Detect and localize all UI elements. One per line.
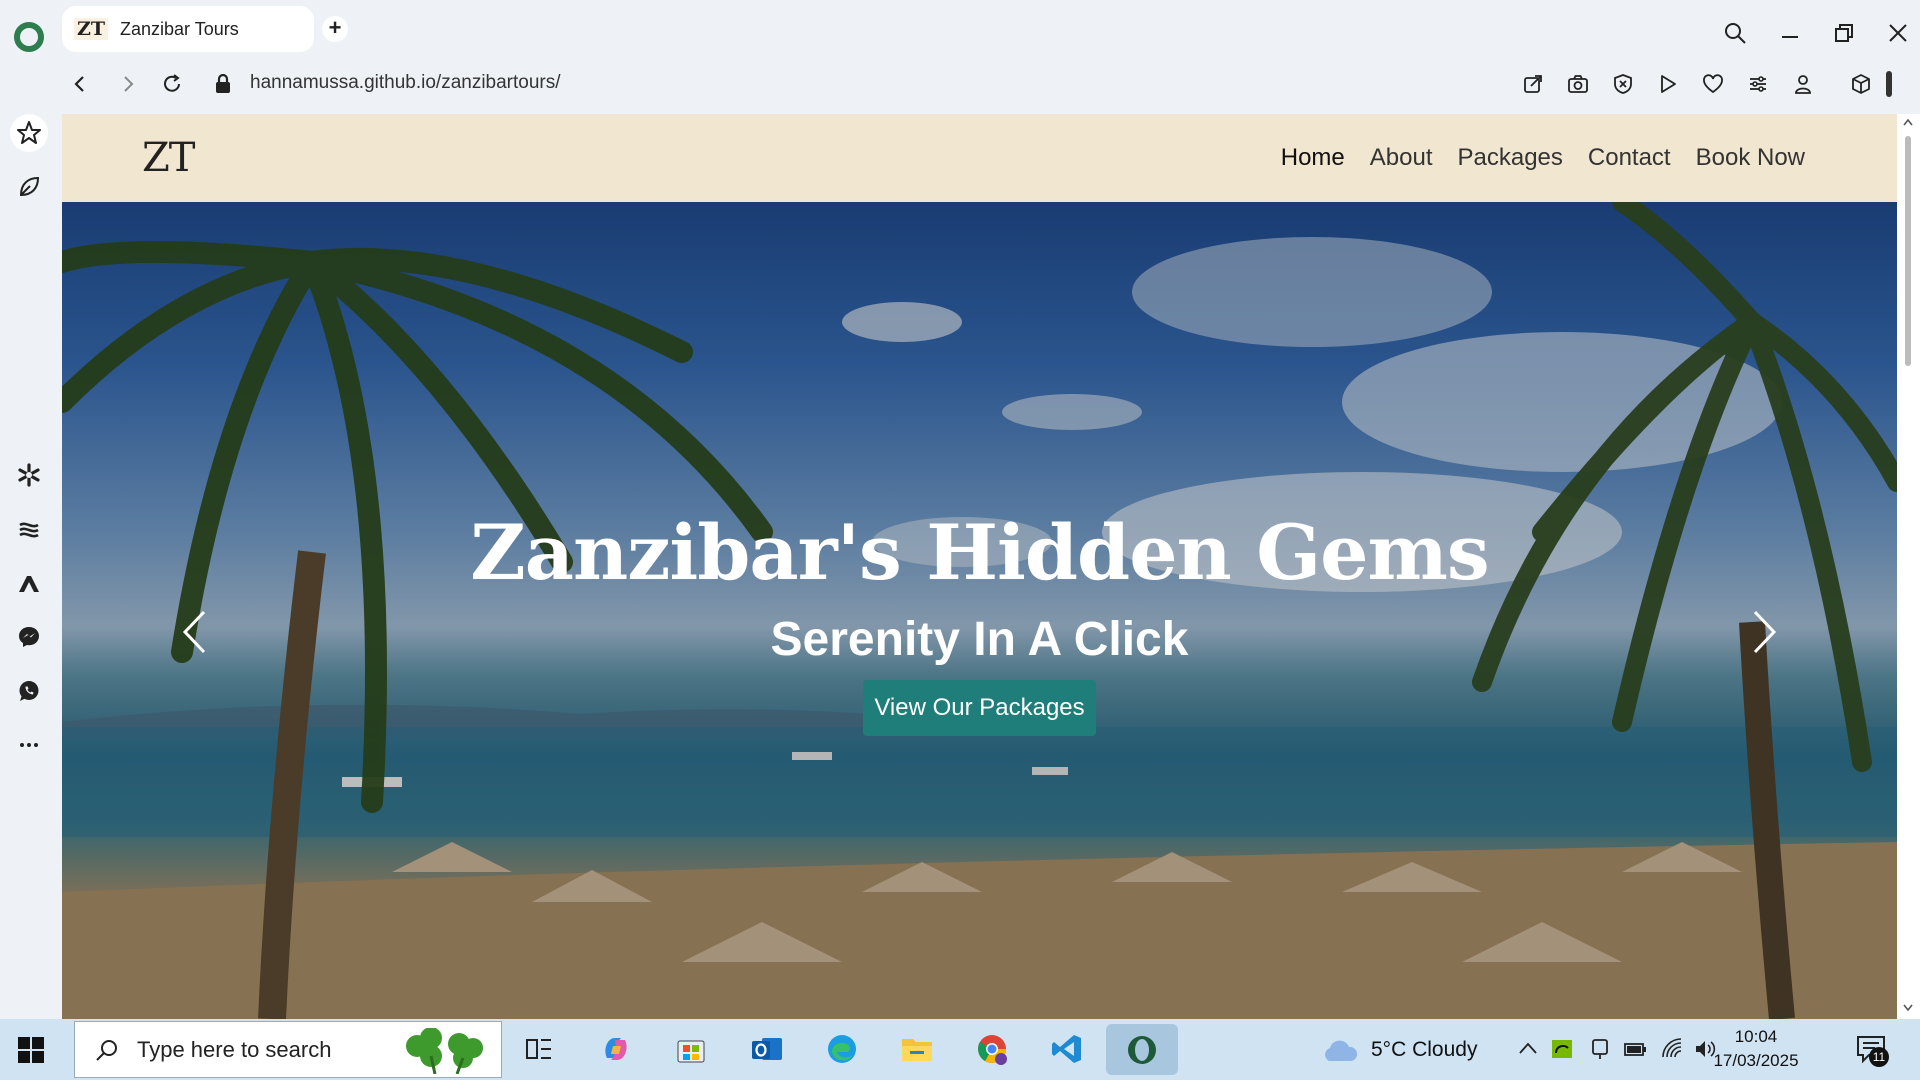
close-window-button[interactable]	[1883, 18, 1913, 48]
browser-sidebar	[0, 104, 62, 1019]
hero-subtitle: Serenity In A Click	[770, 613, 1189, 666]
tab-title: Zanzibar Tours	[120, 18, 239, 39]
reload-button[interactable]	[154, 64, 190, 104]
workspace-app-icon[interactable]	[12, 566, 46, 600]
easy-setup-icon[interactable]	[1743, 69, 1773, 99]
new-tab-button[interactable]: +	[322, 16, 348, 42]
nav-link-about[interactable]: About	[1370, 144, 1433, 172]
more-options-icon[interactable]	[12, 728, 46, 762]
player-play-icon[interactable]	[1653, 69, 1683, 99]
opera-taskbar-icon[interactable]	[1106, 1024, 1178, 1075]
clock-date: 17/03/2025	[1713, 1051, 1799, 1070]
microsoft-store-icon[interactable]	[671, 1029, 711, 1069]
edge-browser-icon[interactable]	[822, 1029, 862, 1069]
snapshot-camera-icon[interactable]	[1563, 69, 1593, 99]
hero-dark-overlay	[62, 202, 1897, 1019]
scroll-down-icon[interactable]	[1903, 1004, 1913, 1012]
opera-logo-icon[interactable]	[14, 22, 44, 52]
restore-button[interactable]	[1829, 18, 1859, 48]
vscode-icon[interactable]	[1047, 1029, 1087, 1069]
back-button[interactable]	[62, 64, 98, 104]
windows-start-icon[interactable]	[18, 1037, 44, 1068]
scroll-up-icon[interactable]	[1903, 118, 1913, 126]
nav-link-book-now[interactable]: Book Now	[1696, 144, 1805, 172]
notification-count-badge: 11	[1869, 1047, 1889, 1067]
search-tabs-icon[interactable]	[1720, 18, 1750, 48]
notification-center-icon[interactable]: 11	[1855, 1033, 1889, 1067]
tray-chevron-up-icon[interactable]	[1518, 1041, 1538, 1055]
taskbar-search-input[interactable]: Type here to search	[74, 1021, 502, 1078]
shamrock-decoration-icon	[406, 1028, 483, 1074]
chrome-icon[interactable]	[972, 1029, 1012, 1069]
copilot-icon[interactable]	[596, 1029, 636, 1069]
weather-text[interactable]: 5°C Cloudy	[1371, 1038, 1477, 1062]
page-scrollbar[interactable]	[1897, 114, 1920, 1019]
site-logo[interactable]: ZT	[142, 135, 195, 181]
cloudy-weather-icon[interactable]	[1321, 1037, 1359, 1063]
clock-time: 10:04	[1734, 1027, 1778, 1046]
lock-icon[interactable]	[214, 73, 232, 100]
nav-link-packages[interactable]: Packages	[1457, 144, 1562, 172]
browser-titlebar: ZT Zanzibar Tours +	[0, 0, 1920, 62]
wifi-icon[interactable]	[1660, 1037, 1684, 1061]
windows-taskbar: Type here to search 5°C Cloudy 10:04 17/…	[0, 1019, 1920, 1080]
hero-carousel: Zanzibar's Hidden Gems Serenity In A Cli…	[62, 202, 1897, 1019]
tab-favicon: ZT	[74, 18, 109, 40]
nvidia-tray-icon[interactable]	[1550, 1037, 1574, 1061]
page-viewport: ZT Home About Packages Contact Book Now	[62, 114, 1897, 1019]
file-explorer-icon[interactable]	[897, 1029, 937, 1069]
menu-grip-icon[interactable]	[1884, 69, 1894, 99]
adblock-shield-icon[interactable]	[1608, 69, 1638, 99]
nav-link-contact[interactable]: Contact	[1588, 144, 1671, 172]
heart-bookmark-icon[interactable]	[1698, 69, 1728, 99]
share-icon[interactable]	[1518, 69, 1548, 99]
scrollbar-thumb[interactable]	[1905, 136, 1911, 366]
browser-tab[interactable]: ZT Zanzibar Tours	[62, 6, 314, 52]
battery-icon[interactable]	[1623, 1039, 1649, 1059]
extensions-cube-icon[interactable]	[1846, 69, 1876, 99]
minimize-button[interactable]	[1775, 18, 1805, 48]
task-view-icon[interactable]	[519, 1029, 559, 1069]
outlook-icon[interactable]	[747, 1029, 787, 1069]
perplexity-icon[interactable]	[12, 512, 46, 546]
site-header: ZT Home About Packages Contact Book Now	[62, 114, 1897, 202]
url-field[interactable]: hannamussa.github.io/zanzibartours/	[250, 72, 561, 94]
openai-icon[interactable]	[12, 458, 46, 492]
device-tray-icon[interactable]	[1589, 1037, 1611, 1061]
view-packages-button[interactable]: View Our Packages	[863, 680, 1096, 736]
taskbar-search-placeholder: Type here to search	[137, 1036, 332, 1062]
nav-link-home[interactable]: Home	[1281, 144, 1345, 172]
address-bar-row: hannamussa.github.io/zanzibartours/	[62, 64, 1920, 104]
aria-ai-icon[interactable]	[12, 170, 46, 204]
whatsapp-icon[interactable]	[12, 674, 46, 708]
site-nav: Home About Packages Contact Book Now	[1281, 144, 1805, 172]
profile-icon[interactable]	[1788, 69, 1818, 99]
search-icon	[96, 1039, 117, 1061]
speed-dial-icon[interactable]	[10, 114, 48, 152]
system-clock[interactable]: 10:04 17/03/2025	[1700, 1025, 1812, 1073]
forward-button[interactable]	[110, 64, 146, 104]
messenger-icon[interactable]	[12, 620, 46, 654]
hero-title: Zanzibar's Hidden Gems	[470, 508, 1489, 597]
